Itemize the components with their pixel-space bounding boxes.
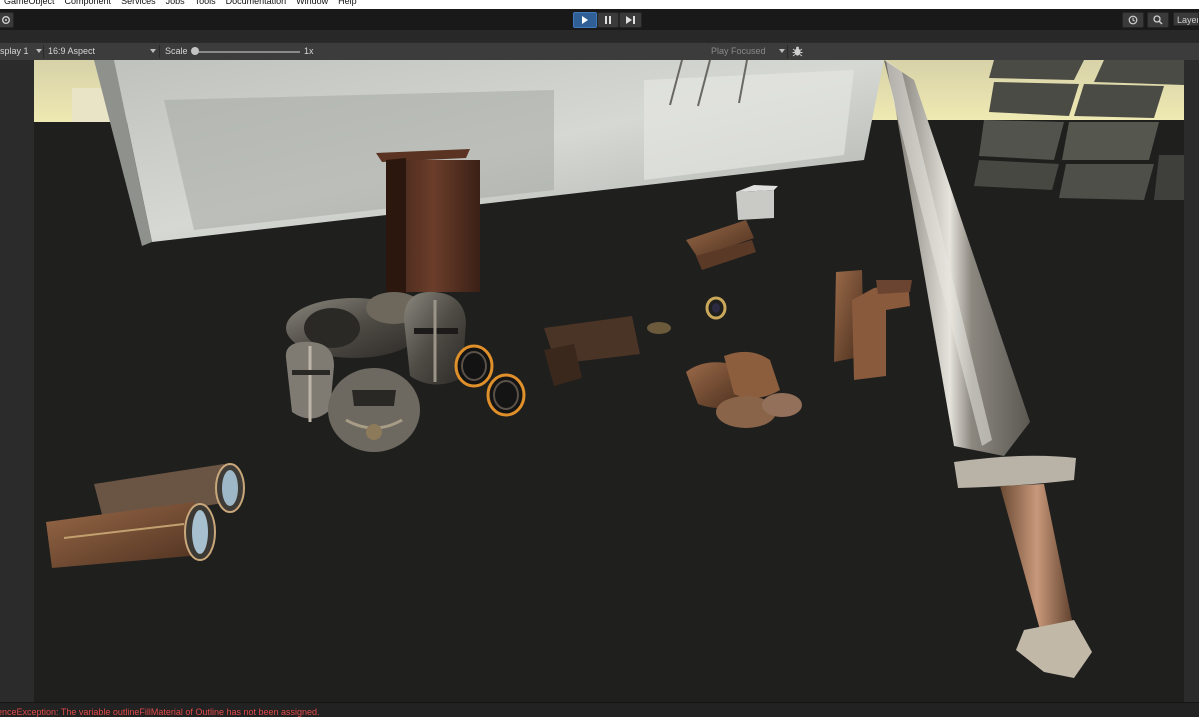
helmet-open — [285, 341, 334, 422]
game-viewport[interactable] — [34, 60, 1184, 702]
menu-bar: GameObject Component Services Jobs Tools… — [0, 0, 1199, 9]
search-icon — [1153, 15, 1163, 25]
settings-button[interactable] — [0, 12, 14, 28]
history-icon — [1128, 15, 1138, 25]
main-toolbar: Layers — [0, 9, 1199, 30]
divider — [159, 45, 160, 58]
left-panel-edge — [0, 60, 34, 702]
menu-gameobject[interactable]: GameObject — [0, 0, 61, 9]
panel-divider — [0, 30, 1199, 42]
scale-slider-handle[interactable] — [191, 47, 199, 55]
display-dropdown[interactable]: splay 1 — [0, 43, 29, 60]
history-button[interactable] — [1122, 12, 1144, 28]
game-view-toolbar: splay 1 16:9 Aspect Scale 1x Play Focuse… — [0, 42, 1199, 61]
menu-help[interactable]: Help — [338, 0, 363, 9]
menu-component[interactable]: Component — [65, 0, 118, 9]
step-icon — [626, 16, 635, 24]
scale-value: 1x — [304, 46, 314, 56]
wooden-cabinet — [376, 149, 480, 294]
pause-icon — [605, 16, 611, 24]
play-button[interactable] — [573, 12, 597, 28]
layers-dropdown[interactable]: Layers — [1173, 12, 1199, 26]
menu-services[interactable]: Services — [121, 0, 162, 9]
pause-button[interactable] — [597, 12, 619, 28]
aspect-caret-icon[interactable] — [150, 49, 156, 53]
menu-tools[interactable]: Tools — [195, 0, 222, 9]
bug-icon[interactable] — [792, 46, 803, 57]
scale-label: Scale — [165, 46, 188, 56]
divider — [787, 45, 788, 58]
step-button[interactable] — [619, 12, 642, 28]
play-icon — [582, 16, 588, 24]
scale-slider-track[interactable] — [195, 51, 300, 53]
play-mode-caret-icon[interactable] — [779, 49, 785, 53]
divider — [43, 45, 44, 58]
cube — [736, 185, 778, 220]
right-panel-edge — [1184, 60, 1199, 702]
aspect-dropdown[interactable]: 16:9 Aspect — [48, 43, 95, 60]
settings-icon — [2, 16, 10, 24]
menu-jobs[interactable]: Jobs — [166, 0, 191, 9]
console-status-bar[interactable]: renceException: The variable outlineFill… — [0, 702, 1199, 717]
menu-window[interactable]: Window — [296, 0, 334, 9]
display-caret-icon[interactable] — [36, 49, 42, 53]
scene-render — [34, 60, 1184, 702]
search-button[interactable] — [1147, 12, 1169, 28]
helmet-face — [328, 368, 420, 452]
play-mode-dropdown[interactable]: Play Focused — [711, 43, 766, 60]
menu-documentation[interactable]: Documentation — [226, 0, 293, 9]
